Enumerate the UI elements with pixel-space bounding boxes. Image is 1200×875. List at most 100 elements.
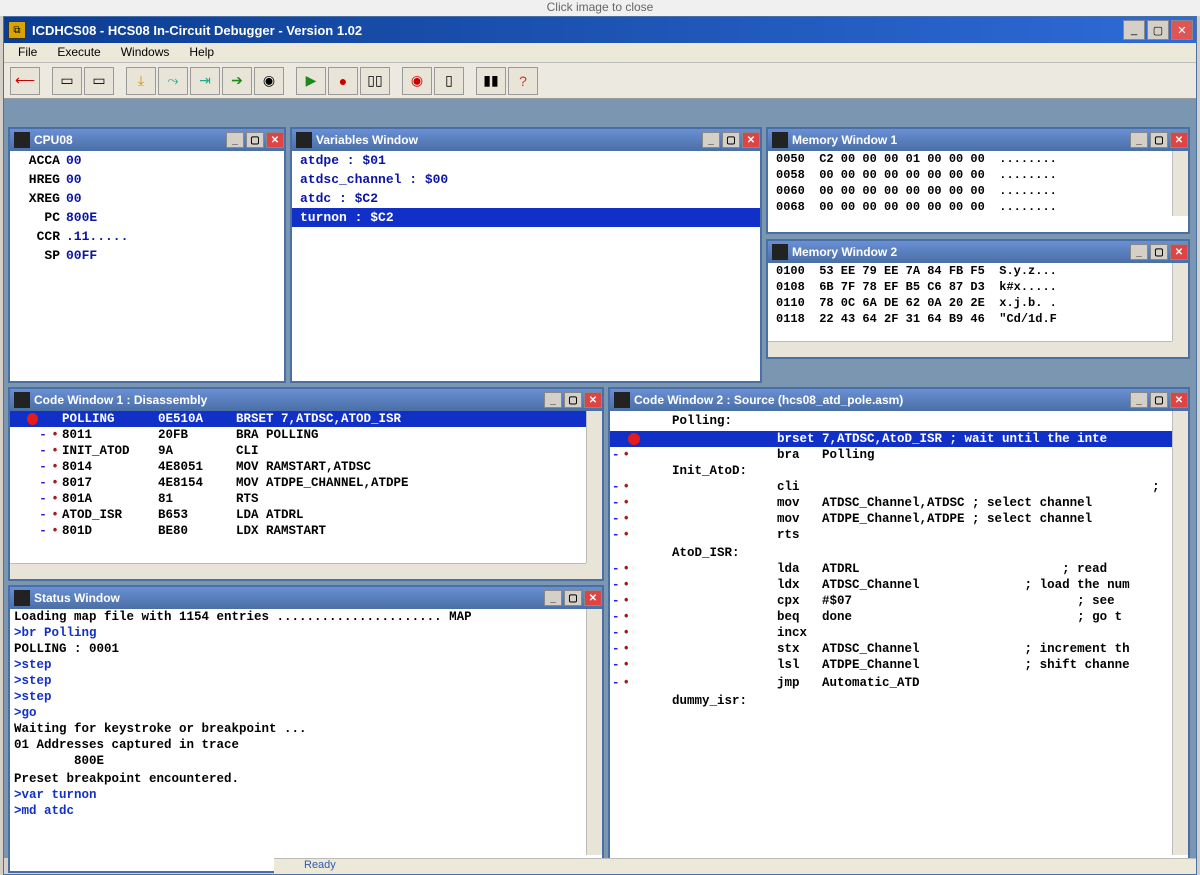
- source-row[interactable]: -• cli ;: [610, 479, 1188, 495]
- minimize-button[interactable]: _: [544, 392, 562, 408]
- memory-row[interactable]: 0118 22 43 64 2F 31 64 B9 46 "Cd/1d.F: [768, 311, 1188, 327]
- disassembly-row[interactable]: -•80144E8051MOV RAMSTART,ATDSC: [10, 459, 602, 475]
- go-icon[interactable]: ➔: [222, 67, 252, 95]
- variable-row[interactable]: turnon : $C2: [292, 208, 760, 227]
- stop-icon[interactable]: ●: [328, 67, 358, 95]
- help-icon[interactable]: ?: [508, 67, 538, 95]
- goto-cursor-icon[interactable]: ◉: [254, 67, 284, 95]
- minimize-button[interactable]: _: [702, 132, 720, 148]
- run-icon[interactable]: ▶: [296, 67, 326, 95]
- source-row[interactable]: -• ldx ATDSC_Channel ; load the num: [610, 577, 1188, 593]
- maximize-button[interactable]: ▢: [1150, 392, 1168, 408]
- source-row[interactable]: -• incx: [610, 625, 1188, 641]
- breakpoint-icon[interactable]: [27, 413, 38, 425]
- memory-row[interactable]: 0108 6B 7F 78 EF B5 C6 87 D3 k#x.....: [768, 279, 1188, 295]
- menu-windows[interactable]: Windows: [111, 43, 180, 62]
- maximize-button[interactable]: ▢: [722, 132, 740, 148]
- maximize-button[interactable]: ▢: [564, 392, 582, 408]
- code1-title-bar[interactable]: Code Window 1 : Disassembly _ ▢ ✕: [10, 389, 602, 411]
- scrollbar-vertical[interactable]: [1172, 411, 1188, 855]
- source-row[interactable]: AtoD_ISR:: [610, 545, 1188, 561]
- step-out-icon[interactable]: ⇥: [190, 67, 220, 95]
- source-row[interactable]: -• stx ATDSC_Channel ; increment th: [610, 641, 1188, 657]
- source-row[interactable]: -• jmp Automatic_ATD: [610, 675, 1188, 691]
- source-row[interactable]: -• rts: [610, 527, 1188, 543]
- source-row[interactable]: Init_AtoD:: [610, 463, 1188, 479]
- scrollbar-horizontal[interactable]: [768, 341, 1172, 357]
- source-row[interactable]: -• mov ATDPE_Channel,ATDPE ; select chan…: [610, 511, 1188, 527]
- maximize-button[interactable]: ▢: [1150, 244, 1168, 260]
- close-button[interactable]: ✕: [1170, 132, 1188, 148]
- code2-title-bar[interactable]: Code Window 2 : Source (hcs08_atd_pole.a…: [610, 389, 1188, 411]
- menu-execute[interactable]: Execute: [47, 43, 110, 62]
- disassembly-row[interactable]: -•801DBE80LDX RAMSTART: [10, 523, 602, 539]
- settings-icon[interactable]: ▯: [434, 67, 464, 95]
- variables-body[interactable]: atdpe : $01atdsc_channel : $00atdc : $C2…: [292, 151, 760, 381]
- scrollbar-horizontal[interactable]: [10, 563, 586, 579]
- status-body[interactable]: Loading map file with 1154 entries .....…: [10, 609, 602, 871]
- disk1-icon[interactable]: ▭: [52, 67, 82, 95]
- disassembly-row[interactable]: POLLING0E510ABRSET 7,ATDSC,ATOD_ISR: [10, 411, 602, 427]
- close-button[interactable]: ✕: [584, 590, 602, 606]
- disassembly-row[interactable]: -•INIT_ATOD9ACLI: [10, 443, 602, 459]
- code2-body[interactable]: Polling: brset 7,ATDSC,AtoD_ISR ; wait u…: [610, 411, 1188, 871]
- source-row[interactable]: -• bra Polling: [610, 447, 1188, 463]
- pause-icon[interactable]: ▯▯: [360, 67, 390, 95]
- source-row[interactable]: Polling:: [610, 413, 1188, 429]
- minimize-button[interactable]: _: [226, 132, 244, 148]
- minimize-button[interactable]: _: [1130, 132, 1148, 148]
- source-row[interactable]: -• mov ATDSC_Channel,ATDSC ; select chan…: [610, 495, 1188, 511]
- disassembly-row[interactable]: -•801120FBBRA POLLING: [10, 427, 602, 443]
- memory-row[interactable]: 0058 00 00 00 00 00 00 00 00 ........: [768, 167, 1188, 183]
- variable-row[interactable]: atdc : $C2: [292, 189, 760, 208]
- breakpoint-icon[interactable]: ◉: [402, 67, 432, 95]
- menu-help[interactable]: Help: [179, 43, 224, 62]
- source-row[interactable]: -• lsl ATDPE_Channel ; shift channe: [610, 657, 1188, 673]
- close-button[interactable]: ✕: [1171, 20, 1193, 40]
- memory-row[interactable]: 0068 00 00 00 00 00 00 00 00 ........: [768, 199, 1188, 215]
- minimize-button[interactable]: _: [544, 590, 562, 606]
- minimize-button[interactable]: _: [1130, 244, 1148, 260]
- memory1-title-bar[interactable]: Memory Window 1 _ ▢ ✕: [768, 129, 1188, 151]
- minimize-button[interactable]: _: [1123, 20, 1145, 40]
- source-row[interactable]: -• lda ATDRL ; read: [610, 561, 1188, 577]
- close-button[interactable]: ✕: [742, 132, 760, 148]
- maximize-button[interactable]: ▢: [1147, 20, 1169, 40]
- chart-icon[interactable]: ▮▮: [476, 67, 506, 95]
- step-into-icon[interactable]: ⤓: [126, 67, 156, 95]
- scrollbar-vertical[interactable]: [586, 609, 602, 855]
- close-button[interactable]: ✕: [584, 392, 602, 408]
- variable-row[interactable]: atdpe : $01: [292, 151, 760, 170]
- memory-row[interactable]: 0060 00 00 00 00 00 00 00 00 ........: [768, 183, 1188, 199]
- code1-body[interactable]: POLLING0E510ABRSET 7,ATDSC,ATOD_ISR-•801…: [10, 411, 602, 579]
- memory-row[interactable]: 0050 C2 00 00 00 01 00 00 00 ........: [768, 151, 1188, 167]
- memory1-body[interactable]: 0050 C2 00 00 00 01 00 00 00 ........005…: [768, 151, 1188, 232]
- disassembly-row[interactable]: -•ATOD_ISRB653LDA ATDRL: [10, 507, 602, 523]
- memory2-body[interactable]: 0100 53 EE 79 EE 7A 84 FB F5 S.y.z...010…: [768, 263, 1188, 357]
- maximize-button[interactable]: ▢: [564, 590, 582, 606]
- source-row[interactable]: -• beq done ; go t: [610, 609, 1188, 625]
- source-row[interactable]: dummy_isr:: [610, 693, 1188, 709]
- disassembly-row[interactable]: -•80174E8154MOV ATDPE_CHANNEL,ATDPE: [10, 475, 602, 491]
- close-button[interactable]: ✕: [1170, 244, 1188, 260]
- menu-file[interactable]: File: [8, 43, 47, 62]
- back-arrow-icon[interactable]: ⟵: [10, 67, 40, 95]
- source-row[interactable]: -• cpx #$07 ; see: [610, 593, 1188, 609]
- cpu-title-bar[interactable]: CPU08 _ ▢ ✕: [10, 129, 284, 151]
- memory-row[interactable]: 0100 53 EE 79 EE 7A 84 FB F5 S.y.z...: [768, 263, 1188, 279]
- close-button[interactable]: ✕: [266, 132, 284, 148]
- memory-row[interactable]: 0110 78 0C 6A DE 62 0A 20 2E x.j.b. .: [768, 295, 1188, 311]
- minimize-button[interactable]: _: [1130, 392, 1148, 408]
- source-row[interactable]: brset 7,ATDSC,AtoD_ISR ; wait until the …: [610, 431, 1188, 447]
- disk2-icon[interactable]: ▭: [84, 67, 114, 95]
- status-title-bar[interactable]: Status Window _ ▢ ✕: [10, 587, 602, 609]
- maximize-button[interactable]: ▢: [1150, 132, 1168, 148]
- scrollbar-vertical[interactable]: [1172, 151, 1188, 216]
- scrollbar-vertical[interactable]: [1172, 263, 1188, 341]
- maximize-button[interactable]: ▢: [246, 132, 264, 148]
- step-over-icon[interactable]: ⤳: [158, 67, 188, 95]
- variable-row[interactable]: atdsc_channel : $00: [292, 170, 760, 189]
- variables-title-bar[interactable]: Variables Window _ ▢ ✕: [292, 129, 760, 151]
- close-button[interactable]: ✕: [1170, 392, 1188, 408]
- memory2-title-bar[interactable]: Memory Window 2 _ ▢ ✕: [768, 241, 1188, 263]
